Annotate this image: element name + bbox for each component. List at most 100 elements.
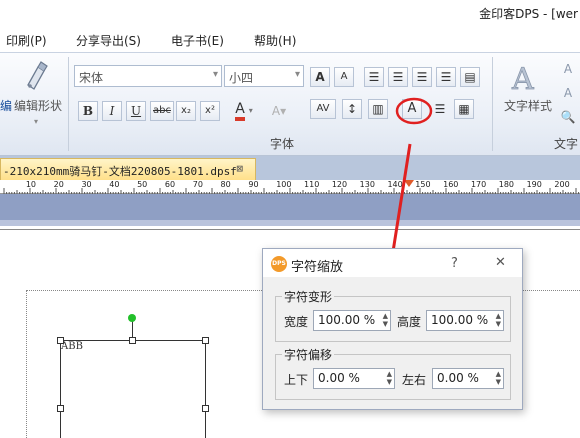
transform-group: 字符变形 宽度 100.00 % ▲ ▼ 高度 100.00 % ▲ ▼ — [275, 288, 511, 342]
updown-value: 0.00 % — [318, 371, 360, 385]
text-style-icon: A — [511, 62, 535, 98]
distribute-icon: ▤ — [464, 70, 476, 84]
ruler-number: 120 — [331, 180, 348, 189]
font-color-button[interactable]: A ▾ — [226, 99, 262, 123]
offset-group: 字符偏移 上下 0.00 % ▲ ▼ 左右 0.00 % ▲ ▼ — [275, 346, 511, 400]
ruler-number: 200 — [554, 180, 570, 189]
menu-ebook[interactable]: 电子书(E) — [171, 32, 224, 49]
subscript-button[interactable]: x₂ — [176, 101, 196, 121]
updown-label: 上下 — [284, 373, 309, 387]
text-frame[interactable]: ABB — [60, 340, 206, 438]
menu-share-export[interactable]: 分享导出(S) — [76, 32, 141, 49]
chevron-down-icon: ▾ — [212, 69, 218, 80]
resize-handle-w[interactable] — [57, 405, 64, 412]
highlight-button[interactable]: A▾ — [266, 101, 292, 121]
close-tab-icon[interactable]: ⊠ — [236, 162, 243, 175]
offset-legend: 字符偏移 — [282, 346, 335, 363]
line-spacing-button[interactable]: ↕ — [342, 99, 362, 119]
ruler-number: 50 — [137, 180, 148, 189]
spin-arrows-icon[interactable]: ▲ ▼ — [383, 312, 388, 328]
search-button[interactable]: 🔍 — [558, 107, 578, 127]
menu-bar: 印刷(P) 分享导出(S) 电子书(E) 帮助(H) — [0, 26, 580, 52]
rotate-handle[interactable] — [128, 314, 136, 322]
width-stepper[interactable]: 100.00 % ▲ ▼ — [313, 310, 391, 331]
text-effect-button[interactable]: A — [558, 59, 578, 79]
page-top-edge — [0, 229, 580, 230]
horizontal-ruler[interactable]: 10 20 30 40 50 60 70 80 90 100 110 120 130 140 150 160 1… — [0, 180, 580, 194]
subscript-icon: x₂ — [181, 105, 191, 116]
text-frame-content: ABB — [61, 341, 83, 352]
edit-shape-button[interactable] — [22, 59, 50, 93]
updown-stepper[interactable]: 0.00 % ▲ ▼ — [313, 368, 395, 389]
ruler-number: 160 — [443, 180, 459, 189]
ruler-number: 110 — [304, 180, 320, 189]
font-size-value: 小四 — [229, 71, 254, 85]
font-shrink-button[interactable]: A — [334, 67, 354, 87]
text-group-label: 文字 — [554, 137, 579, 151]
text-effect-icon: A — [563, 62, 573, 76]
resize-handle-n[interactable] — [129, 337, 136, 344]
align-left-button[interactable]: ☰ — [364, 67, 384, 87]
ruler-number: 40 — [109, 180, 120, 189]
superscript-icon: x² — [205, 105, 215, 116]
ribbon: 编 编辑形状 ▾ 宋体 ▾ 小四 ▾ A A ☰ ☰ ☰ ☰ ▤ B I U a… — [0, 52, 580, 156]
align-right-icon: ☰ — [416, 70, 428, 84]
spin-arrows-icon[interactable]: ▲ ▼ — [496, 312, 501, 328]
distribute-button[interactable]: ▤ — [460, 67, 480, 87]
font-size-combo[interactable]: 小四 ▾ — [224, 65, 304, 87]
svg-text:A: A — [511, 62, 534, 95]
resize-handle-e[interactable] — [202, 405, 209, 412]
resize-handle-ne[interactable] — [202, 337, 209, 344]
help-button[interactable]: ? — [451, 256, 458, 271]
text-outline-button[interactable]: A — [558, 83, 578, 103]
height-value: 100.00 % — [431, 313, 489, 327]
dialog-header[interactable]: DPS 字符缩放 ? ✕ — [263, 249, 522, 277]
char-spacing-button[interactable]: AV — [310, 99, 336, 119]
width-value: 100.00 % — [318, 313, 376, 327]
font-color-icon: A — [235, 101, 245, 121]
ruler-numbers: 10 20 30 40 50 60 70 80 90 100 110 120 130 140 150 160 1… — [0, 180, 580, 194]
underline-icon: U — [130, 104, 142, 118]
font-grow-button[interactable]: A — [310, 67, 330, 87]
ruler-number: 70 — [192, 180, 203, 189]
strikethrough-button[interactable]: abc — [150, 101, 174, 121]
highlight-icon: A▾ — [271, 104, 287, 118]
ruler-number: 20 — [53, 180, 64, 189]
document-tab[interactable]: -210x210mm骑马钉-文档220805-1801.dpsf ⊠ — [0, 158, 256, 180]
menu-help[interactable]: 帮助(H) — [254, 32, 296, 49]
document-tab-label: -210x210mm骑马钉-文档220805-1801.dpsf — [3, 165, 237, 178]
leftright-value: 0.00 % — [437, 371, 479, 385]
text-box-button[interactable]: ▦ — [454, 99, 474, 119]
ruler-number: 80 — [220, 180, 231, 189]
height-label: 高度 — [397, 315, 422, 329]
ruler-margin-area — [0, 194, 580, 220]
align-justify-button[interactable]: ☰ — [436, 67, 456, 87]
font-name-value: 宋体 — [79, 71, 104, 85]
resize-handle-nw[interactable] — [57, 337, 64, 344]
underline-button[interactable]: U — [126, 101, 146, 121]
char-spacing-icon: AV — [316, 103, 330, 114]
spin-arrows-icon[interactable]: ▲ ▼ — [387, 370, 392, 386]
ruler-number: 90 — [248, 180, 259, 189]
ruler-number: 30 — [81, 180, 92, 189]
height-stepper[interactable]: 100.00 % ▲ ▼ — [426, 310, 504, 331]
ruler-number: 180 — [498, 180, 515, 189]
bold-button[interactable]: B — [78, 101, 98, 121]
italic-button[interactable]: I — [102, 101, 122, 121]
leftright-label: 左右 — [402, 373, 427, 387]
align-right-button[interactable]: ☰ — [412, 67, 432, 87]
text-outline-icon: A — [563, 86, 573, 100]
menu-print[interactable]: 印刷(P) — [6, 32, 47, 49]
font-name-combo[interactable]: 宋体 ▾ — [74, 65, 222, 87]
text-style-button[interactable]: A — [508, 59, 544, 98]
superscript-button[interactable]: x² — [200, 101, 220, 121]
edit-shape-label: 编辑形状 — [14, 99, 63, 113]
ribbon-divider — [68, 57, 69, 151]
spin-arrows-icon[interactable]: ▲ ▼ — [496, 370, 501, 386]
align-center-button[interactable]: ☰ — [388, 67, 408, 87]
columns-button[interactable]: ▥ — [368, 99, 388, 119]
close-button[interactable]: ✕ — [495, 255, 506, 270]
line-spacing-icon: ↕ — [346, 102, 358, 116]
title-bar: 金印客DPS - [wer — [0, 0, 580, 26]
leftright-stepper[interactable]: 0.00 % ▲ ▼ — [432, 368, 504, 389]
